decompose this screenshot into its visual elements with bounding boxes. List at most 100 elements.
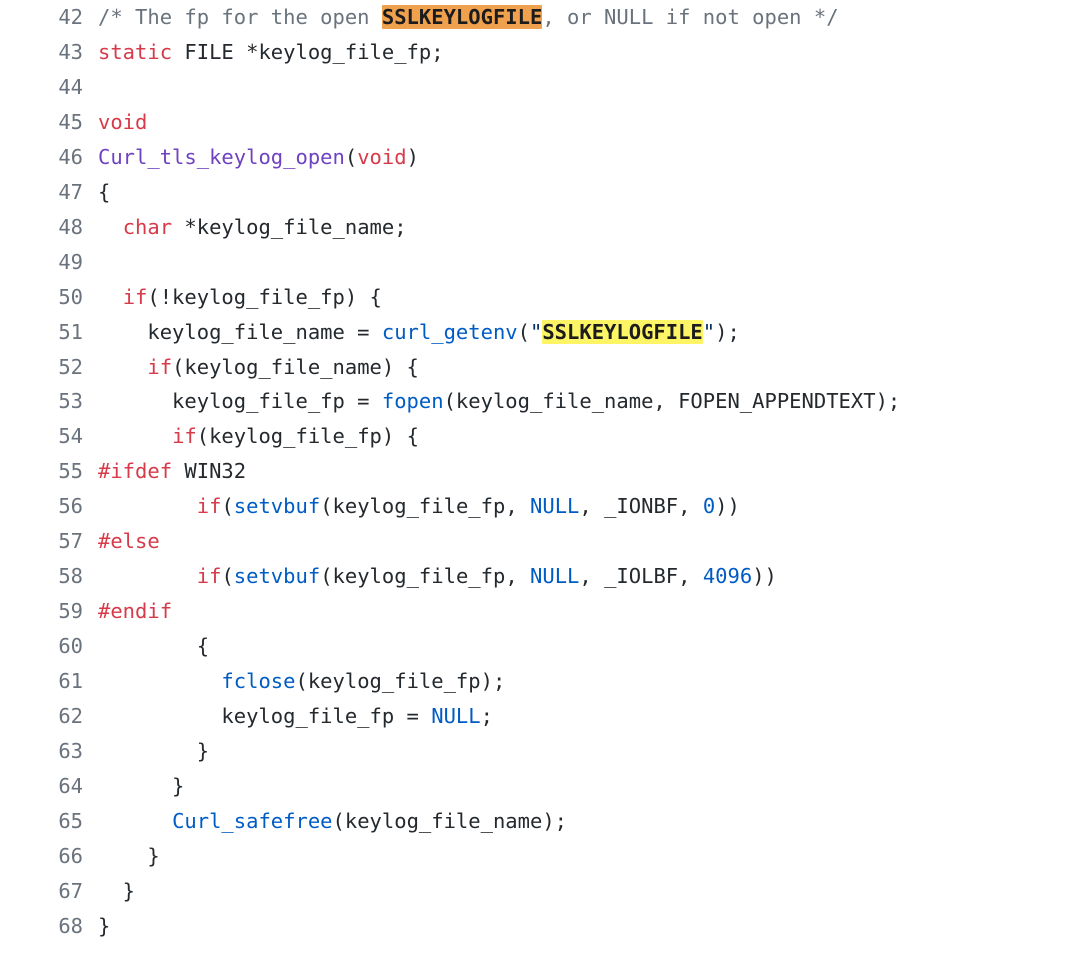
code-table-body: 42/* The fp for the open SSLKEYLOGFILE, …: [0, 0, 1080, 944]
code-line-row[interactable]: 47{: [0, 175, 1080, 210]
code-line-row[interactable]: 66 }: [0, 839, 1080, 874]
code-line-row[interactable]: 53 keylog_file_fp = fopen(keylog_file_na…: [0, 384, 1080, 419]
code-line-row[interactable]: 56 if(setvbuf(keylog_file_fp, NULL, _ION…: [0, 489, 1080, 524]
line-number[interactable]: 57: [0, 524, 98, 559]
line-number[interactable]: 51: [0, 315, 98, 350]
code-line-row[interactable]: 55 #ifdef WIN32: [0, 454, 1080, 489]
code-line-content[interactable]: keylog_file_name = curl_getenv("SSLKEYLO…: [98, 315, 1080, 350]
code-line-row[interactable]: 51 keylog_file_name = curl_getenv("SSLKE…: [0, 315, 1080, 350]
code-line-content[interactable]: void: [98, 105, 1080, 140]
line-number[interactable]: 52: [0, 350, 98, 385]
code-line-content[interactable]: fclose(keylog_file_fp);: [98, 664, 1080, 699]
code-line-content[interactable]: }: [98, 769, 1080, 804]
code-line-content[interactable]: }: [98, 874, 1080, 909]
line-number[interactable]: 48: [0, 210, 98, 245]
code-line-text: if(keylog_file_name) {: [98, 350, 1080, 385]
code-token: #ifdef: [98, 459, 173, 484]
code-line-row[interactable]: 45 void: [0, 105, 1080, 140]
code-line-content[interactable]: if(keylog_file_name) {: [98, 350, 1080, 385]
code-line-row[interactable]: 63 }: [0, 734, 1080, 769]
code-line-content[interactable]: #else: [98, 524, 1080, 559]
code-line-row[interactable]: 49​: [0, 245, 1080, 280]
code-token: (: [221, 494, 234, 519]
code-line-content[interactable]: /* The fp for the open SSLKEYLOGFILE, or…: [98, 0, 1080, 35]
line-number[interactable]: 61: [0, 664, 98, 699]
code-line-row[interactable]: 54 if(keylog_file_fp) {: [0, 419, 1080, 454]
code-token: fopen: [381, 389, 444, 414]
code-line-row[interactable]: 65 Curl_safefree(keylog_file_name);: [0, 804, 1080, 839]
line-number[interactable]: 60: [0, 629, 98, 664]
code-line-row[interactable]: 43 static FILE *keylog_file_fp;: [0, 35, 1080, 70]
code-line-text: }: [98, 839, 1080, 874]
code-line-content[interactable]: {: [98, 629, 1080, 664]
code-token: (keylog_file_fp) {: [196, 424, 419, 449]
code-line-content[interactable]: }: [98, 734, 1080, 769]
line-number[interactable]: 64: [0, 769, 98, 804]
code-line-content[interactable]: keylog_file_fp = NULL;: [98, 699, 1080, 734]
code-line-content[interactable]: keylog_file_fp = fopen(keylog_file_name,…: [98, 384, 1080, 419]
line-number[interactable]: 50: [0, 280, 98, 315]
code-token: ": [702, 319, 716, 344]
code-token: void: [357, 144, 407, 169]
search-match-current[interactable]: SSLKEYLOGFILE: [381, 5, 543, 29]
code-line-row[interactable]: 64 }: [0, 769, 1080, 804]
code-line-content[interactable]: if(setvbuf(keylog_file_fp, NULL, _IONBF,…: [98, 489, 1080, 524]
line-number[interactable]: 63: [0, 734, 98, 769]
code-line-content[interactable]: #ifdef WIN32: [98, 454, 1080, 489]
code-line-row[interactable]: 62 keylog_file_fp = NULL;: [0, 699, 1080, 734]
line-number[interactable]: 47: [0, 175, 98, 210]
code-line-row[interactable]: 67 }: [0, 874, 1080, 909]
code-line-content[interactable]: #endif: [98, 594, 1080, 629]
line-number[interactable]: 65: [0, 804, 98, 839]
code-token: 4096: [702, 564, 753, 589]
line-number[interactable]: 67: [0, 874, 98, 909]
code-line-content[interactable]: Curl_tls_keylog_open(void): [98, 140, 1080, 175]
line-number[interactable]: 45: [0, 105, 98, 140]
code-line-content[interactable]: if(!keylog_file_fp) {: [98, 280, 1080, 315]
code-line-row[interactable]: 42/* The fp for the open SSLKEYLOGFILE, …: [0, 0, 1080, 35]
code-token: ;: [480, 704, 493, 729]
line-number[interactable]: 56: [0, 489, 98, 524]
code-line-content[interactable]: if(keylog_file_fp) {: [98, 419, 1080, 454]
code-line-row[interactable]: 52 if(keylog_file_name) {: [0, 350, 1080, 385]
code-line-content[interactable]: ​: [98, 245, 1080, 280]
line-number[interactable]: 55: [0, 454, 98, 489]
code-token: FILE *keylog_file_fp;: [172, 39, 444, 64]
code-token: static: [98, 39, 173, 64]
code-line-content[interactable]: if(setvbuf(keylog_file_fp, NULL, _IOLBF,…: [98, 559, 1080, 594]
code-line-row[interactable]: 44​: [0, 70, 1080, 105]
code-line-row[interactable]: 58 if(setvbuf(keylog_file_fp, NULL, _IOL…: [0, 559, 1080, 594]
line-number[interactable]: 44: [0, 70, 98, 105]
code-line-content[interactable]: }: [98, 839, 1080, 874]
line-number[interactable]: 54: [0, 419, 98, 454]
code-line-content[interactable]: char *keylog_file_name;: [98, 210, 1080, 245]
code-line-row[interactable]: 68}: [0, 909, 1080, 944]
line-number[interactable]: 66: [0, 839, 98, 874]
line-number[interactable]: 43: [0, 35, 98, 70]
code-line-row[interactable]: 59 #endif: [0, 594, 1080, 629]
line-number[interactable]: 53: [0, 384, 98, 419]
code-token: char: [122, 214, 173, 239]
line-number[interactable]: 42: [0, 0, 98, 35]
code-line-content[interactable]: Curl_safefree(keylog_file_name);: [98, 804, 1080, 839]
line-number[interactable]: 49: [0, 245, 98, 280]
line-number[interactable]: 62: [0, 699, 98, 734]
code-line-row[interactable]: 61 fclose(keylog_file_fp);: [0, 664, 1080, 699]
line-number[interactable]: 59: [0, 594, 98, 629]
code-line-row[interactable]: 57 #else: [0, 524, 1080, 559]
code-line-content[interactable]: static FILE *keylog_file_fp;: [98, 35, 1080, 70]
code-line-row[interactable]: 60 {: [0, 629, 1080, 664]
code-line-content[interactable]: ​: [98, 70, 1080, 105]
code-token: (keylog_file_fp,: [320, 564, 531, 589]
code-line-content[interactable]: {: [98, 175, 1080, 210]
code-line-text: {: [98, 175, 1080, 210]
code-line-content[interactable]: }: [98, 909, 1080, 944]
search-match[interactable]: SSLKEYLOGFILE: [542, 319, 703, 344]
code-line-row[interactable]: 46 Curl_tls_keylog_open(void): [0, 140, 1080, 175]
line-number[interactable]: 58: [0, 559, 98, 594]
code-line-row[interactable]: 48 char *keylog_file_name;: [0, 210, 1080, 245]
line-number[interactable]: 46: [0, 140, 98, 175]
line-number[interactable]: 68: [0, 909, 98, 944]
code-line-row[interactable]: 50 if(!keylog_file_fp) {: [0, 280, 1080, 315]
